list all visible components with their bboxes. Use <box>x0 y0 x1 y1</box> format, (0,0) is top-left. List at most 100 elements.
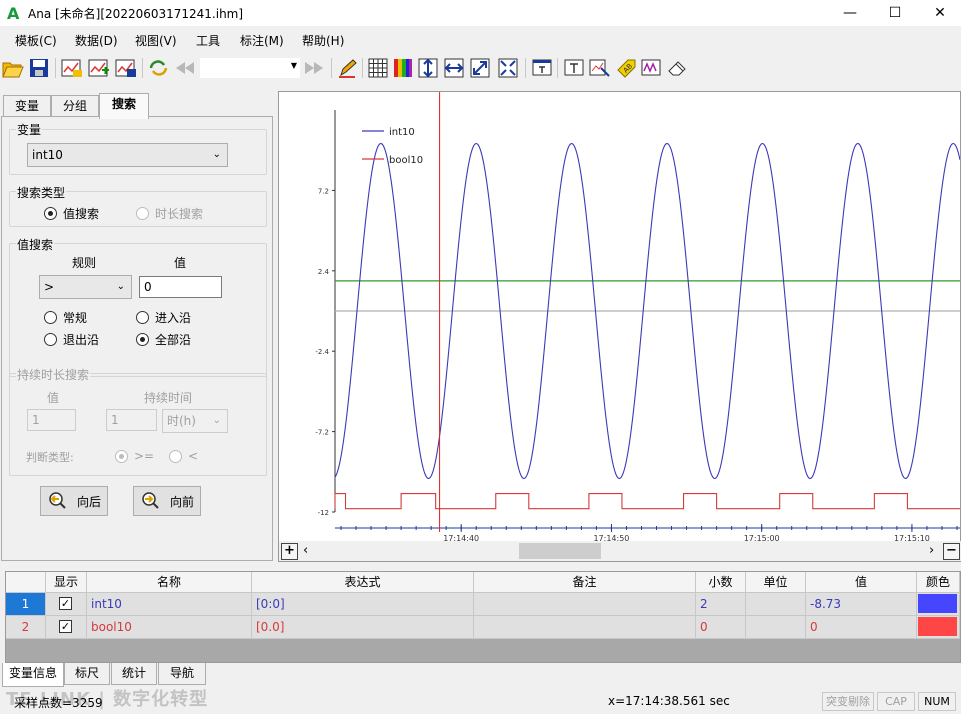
row-name[interactable]: bool10 <box>87 616 252 639</box>
rule-select[interactable]: > ⌄ <box>39 275 132 299</box>
duration-time-input[interactable]: 1 <box>106 409 157 431</box>
judge-type-label: 判断类型: <box>26 451 74 464</box>
radio-entering-edge[interactable]: 进入沿 <box>136 309 191 326</box>
duration-time-header: 持续时间 <box>144 391 193 405</box>
row-expression[interactable]: [0:0] <box>252 593 474 616</box>
menu-mark[interactable]: 标注(M) <box>240 32 284 49</box>
tab-search[interactable]: 搜索 <box>99 93 149 119</box>
scroll-right-icon[interactable]: › <box>929 543 934 558</box>
duration-unit-select[interactable]: 时(h) ⌄ <box>162 409 228 433</box>
row-note[interactable] <box>474 616 696 639</box>
fit-vertical-icon[interactable] <box>416 56 440 80</box>
tab-statistics[interactable]: 统计 <box>111 663 157 685</box>
tab-variables[interactable]: 变量 <box>3 95 51 117</box>
col-show[interactable]: 显示 <box>46 572 87 593</box>
row-show-cell[interactable]: ✓ <box>46 593 87 616</box>
data-mark-icon[interactable] <box>640 56 664 80</box>
row-index[interactable]: 1 <box>6 593 46 616</box>
num-indicator: NUM <box>918 692 956 711</box>
toolbar-combo[interactable]: ▼ <box>200 58 300 78</box>
rule-header: 规则 <box>72 256 97 270</box>
forward-icon[interactable] <box>302 56 326 80</box>
tab-variable-info[interactable]: 变量信息 <box>2 663 64 687</box>
menu-help[interactable]: 帮助(H) <box>302 32 344 49</box>
radio-value-search[interactable]: 值搜索 <box>44 205 99 222</box>
menu-data[interactable]: 数据(D) <box>75 32 118 49</box>
row-decimals[interactable]: 0 <box>696 616 746 639</box>
remove-chart-minus-icon[interactable]: − <box>943 543 960 560</box>
zoom-out-icon[interactable] <box>496 56 520 80</box>
search-forward-button[interactable]: 向前 <box>133 486 201 516</box>
color-swatch[interactable] <box>918 594 957 613</box>
value-input[interactable]: 0 <box>139 276 222 298</box>
radio-judge-gte[interactable]: >= <box>115 449 154 463</box>
grid-icon[interactable] <box>366 56 390 80</box>
col-decimals[interactable]: 小数 <box>696 572 746 593</box>
chart-svg[interactable]: 7.22.4-2.4-7.2-1217:14:40 17:14:50 17:15:0… <box>279 92 961 543</box>
search-back-button[interactable]: 向后 <box>40 486 108 516</box>
eraser-icon[interactable] <box>666 56 690 80</box>
row-note[interactable] <box>474 593 696 616</box>
template-view-icon[interactable] <box>562 56 586 80</box>
add-chart-plus-icon[interactable]: + <box>281 543 298 560</box>
row-color-cell[interactable] <box>917 593 960 616</box>
tab-ruler[interactable]: 标尺 <box>64 663 110 685</box>
show-checkbox[interactable]: ✓ <box>59 597 72 610</box>
save-icon[interactable] <box>27 56 51 80</box>
toolbar: ▼ AB <box>0 54 961 82</box>
chart-area[interactable]: 7.2 2.4 -2.4 -7.2 -12 17:14:40 17:14:50 17:15:0… <box>278 91 961 562</box>
menu-template[interactable]: 模板(C) <box>15 32 57 49</box>
col-unit[interactable]: 单位 <box>746 572 806 593</box>
edit-pencil-icon[interactable] <box>336 56 360 80</box>
row-decimals[interactable]: 2 <box>696 593 746 616</box>
mark-icon[interactable] <box>588 56 612 80</box>
tab-groups[interactable]: 分组 <box>51 95 99 117</box>
open-folder-icon[interactable] <box>1 56 25 80</box>
col-note[interactable]: 备注 <box>474 572 696 593</box>
row-expression[interactable]: [0.0] <box>252 616 474 639</box>
minimize-icon[interactable]: — <box>827 0 873 26</box>
chart-template-icon[interactable] <box>60 56 84 80</box>
scroll-thumb[interactable] <box>519 543 601 559</box>
duration-value-input[interactable]: 1 <box>27 409 76 431</box>
radio-exiting-edge[interactable]: 退出沿 <box>44 331 99 348</box>
row-unit[interactable] <box>746 593 806 616</box>
refresh-icon[interactable] <box>147 56 171 80</box>
color-palette-icon[interactable] <box>391 56 415 80</box>
row-unit[interactable] <box>746 616 806 639</box>
close-icon[interactable]: ✕ <box>917 0 961 26</box>
add-chart-icon[interactable] <box>87 56 111 80</box>
scroll-left-icon[interactable]: ‹ <box>303 543 308 558</box>
menu-bar: 模板(C) 数据(D) 视图(V) 工具 标注(M) 帮助(H) <box>0 30 961 50</box>
radio-normal[interactable]: 常规 <box>44 309 87 326</box>
chart-hscrollbar[interactable]: + ‹ › − <box>279 541 961 561</box>
radio-judge-lt[interactable]: < <box>169 449 198 463</box>
menu-tools[interactable]: 工具 <box>196 32 220 49</box>
col-name[interactable]: 名称 <box>87 572 252 593</box>
row-color-cell[interactable] <box>917 616 960 639</box>
radio-duration-search[interactable]: 时长搜索 <box>136 205 203 222</box>
sample-count: 采样点数=3259 <box>14 696 103 710</box>
maximize-icon[interactable]: ☐ <box>872 0 918 26</box>
row-index[interactable]: 2 <box>6 616 46 639</box>
status-bar: TE LINK | 数字化转型 采样点数=3259 x=17:14:38.561… <box>0 689 961 714</box>
screen-icon[interactable] <box>530 56 554 80</box>
col-expression[interactable]: 表达式 <box>252 572 474 593</box>
row-name[interactable]: int10 <box>87 593 252 616</box>
color-swatch[interactable] <box>918 617 957 636</box>
menu-view[interactable]: 视图(V) <box>135 32 177 49</box>
search-type-label: 搜索类型 <box>16 184 67 201</box>
rewind-icon[interactable] <box>173 56 197 80</box>
col-value[interactable]: 值 <box>806 572 917 593</box>
zoom-in-icon[interactable] <box>468 56 492 80</box>
row-show-cell[interactable]: ✓ <box>46 616 87 639</box>
save-chart-icon[interactable] <box>114 56 138 80</box>
col-color[interactable]: 颜色 <box>917 572 960 593</box>
show-checkbox[interactable]: ✓ <box>59 620 72 633</box>
fit-horizontal-icon[interactable] <box>442 56 466 80</box>
mutation-filter-indicator: 突变剔除 <box>822 692 874 711</box>
tag-ab-icon[interactable]: AB <box>614 56 638 80</box>
tab-navigation[interactable]: 导航 <box>158 663 206 685</box>
radio-all-edges[interactable]: 全部沿 <box>136 331 191 348</box>
variable-select[interactable]: int10 ⌄ <box>27 143 228 167</box>
